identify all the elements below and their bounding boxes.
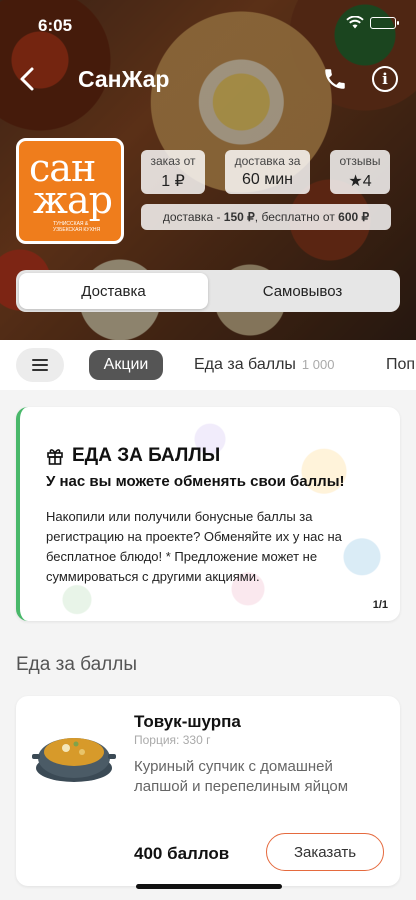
dish-portion: Порция: 330 г — [134, 733, 211, 747]
category-count: 1 000 — [301, 357, 335, 372]
tab-pickup[interactable]: Самовывоз — [208, 273, 397, 309]
reviews-value: ★4 — [348, 173, 372, 190]
status-time: 6:05 — [38, 16, 73, 35]
delivery-price: 150 ₽ — [223, 210, 255, 224]
promo-subtitle: У нас вы можете обменять свои баллы! — [46, 473, 345, 490]
promo-title: ЕДА ЗА БАЛЛЫ — [72, 445, 221, 466]
dish-name: Товук-шурпа — [134, 712, 241, 731]
promo-text: Накопили или получили бонусные баллы за … — [46, 509, 342, 584]
category-bar: Акции Еда за баллы 1 000 Поп — [0, 340, 416, 390]
delivery-time-value: 60 мин — [241, 171, 293, 188]
dish-image — [32, 738, 116, 782]
category-promotions[interactable]: Акции — [89, 350, 163, 380]
promo-page-indicator: 1/1 — [372, 599, 388, 611]
dish-description: Куриный супчик с домашней лапшой и переп… — [134, 758, 349, 795]
delivery-price-chip: доставка - 150 ₽, бесплатно от 600 ₽ — [141, 204, 391, 230]
min-order-value: 1 ₽ — [161, 173, 185, 190]
tab-delivery[interactable]: Доставка — [19, 273, 208, 309]
min-order-label: заказ от — [150, 154, 196, 168]
gift-icon — [47, 449, 63, 465]
delivery-price-prefix: доставка - — [162, 210, 224, 224]
logo-subtitle: ТУНИССКАЯ & УЗБЕКСКАЯ КУХНЯ — [53, 221, 101, 233]
delivery-free-threshold: 600 ₽ — [338, 210, 370, 224]
category-food-for-points-label: Еда за баллы — [194, 356, 296, 373]
promo-banner[interactable]: ЕДА ЗА БАЛЛЫ У нас вы можете обменять св… — [16, 407, 400, 621]
reviews-label: отзывы — [339, 154, 381, 168]
logo-line-2: жар — [33, 178, 113, 222]
restaurant-logo: сан жар ТУНИССКАЯ & УЗБЕКСКАЯ КУХНЯ — [16, 138, 124, 244]
back-button[interactable] — [14, 64, 42, 94]
menu-icon — [32, 359, 48, 361]
status-icons — [346, 16, 399, 29]
delivery-mode-toggle: Доставка Самовывоз — [16, 270, 400, 312]
category-popular[interactable]: Поп — [386, 350, 415, 380]
min-order-chip: заказ от 1 ₽ — [141, 150, 205, 194]
wifi-icon — [346, 16, 364, 29]
home-indicator — [136, 884, 282, 889]
info-icon: i — [382, 70, 388, 88]
hero-banner: 6:05 СанЖар i сан жар ТУНИССКАЯ & УЗБЕКС… — [0, 0, 416, 340]
dish-price: 400 баллов — [134, 844, 230, 863]
page-title: СанЖар — [78, 66, 170, 92]
section-title: Еда за баллы — [16, 654, 138, 675]
phone-icon — [325, 69, 345, 89]
order-button[interactable]: Заказать — [266, 833, 384, 871]
dish-card[interactable]: Товук-шурпа Порция: 330 г Куриный супчик… — [16, 696, 400, 886]
phone-button[interactable] — [322, 66, 348, 92]
chevron-left-icon — [20, 67, 34, 91]
battery-icon — [370, 16, 399, 29]
delivery-time-chip: доставка за 60 мин — [225, 150, 310, 194]
delivery-time-label: доставка за — [234, 154, 301, 168]
reviews-chip[interactable]: отзывы ★4 — [330, 150, 390, 194]
info-button[interactable]: i — [372, 66, 398, 92]
menu-button[interactable] — [16, 348, 64, 382]
promo-header: ЕДА ЗА БАЛЛЫ — [46, 445, 220, 467]
category-food-for-points[interactable]: Еда за баллы 1 000 — [194, 350, 334, 380]
delivery-free-prefix: , бесплатно от — [254, 210, 339, 224]
